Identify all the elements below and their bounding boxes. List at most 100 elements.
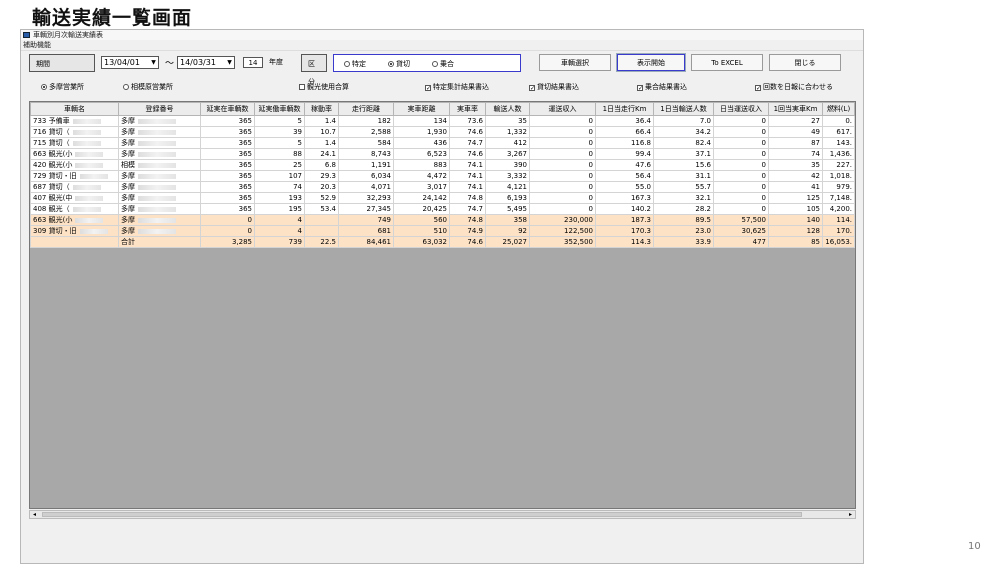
table-row[interactable]: 407 観光(中 多摩 365 193 52.9 32,293 24,142 74.8 6,19… xyxy=(30,192,855,204)
checkbox-match-daily[interactable]: ✓ 回数を日報に合わせる xyxy=(755,82,833,92)
chevron-down-icon[interactable]: ▼ xyxy=(150,59,157,66)
column-header[interactable]: 輸送人数 xyxy=(485,102,530,116)
table-cell: 6,193 xyxy=(485,192,530,204)
table-cell: 122,500 xyxy=(529,225,596,237)
table-row[interactable]: 733 予備車 多摩 365 5 1.4 182 134 73.6 35 0 36.4 7.0 0 27 0… xyxy=(30,115,855,127)
checkbox-kashikiri-write[interactable]: ✓ 貸切結果書込 xyxy=(529,82,579,92)
redacted-text xyxy=(72,118,101,124)
table-cell: 多摩 xyxy=(118,225,201,237)
table-cell: 681 xyxy=(338,225,394,237)
table-cell: 多摩 xyxy=(118,203,201,215)
table-cell: 358 xyxy=(485,214,530,226)
table-row[interactable]: 663 観光(小 多摩 0 4 749 560 74.8 358 230,000 187.3 89.… xyxy=(30,214,855,226)
table-cell: 6.8 xyxy=(304,159,339,171)
column-header[interactable]: 1日当走行Km xyxy=(595,102,654,116)
table-row[interactable]: 729 貸切・旧 多摩 365 107 29.3 6,034 4,472 74.1 3,332 0… xyxy=(30,170,855,182)
column-header[interactable]: 車輌名 xyxy=(30,102,119,116)
column-header[interactable]: 運送収入 xyxy=(529,102,596,116)
total-cell: 25,027 xyxy=(485,236,530,248)
table-body: 733 予備車 多摩 365 5 1.4 182 134 73.6 35 0 36.4 7.0 0 27 0… xyxy=(30,115,855,248)
table-cell: 617. xyxy=(822,126,855,138)
column-header[interactable]: 1日当輸送人数 xyxy=(653,102,714,116)
to-date-select[interactable]: 14/03/31 ▼ xyxy=(177,56,235,69)
column-header[interactable]: 実車率 xyxy=(449,102,486,116)
column-header[interactable]: 日当運送収入 xyxy=(713,102,769,116)
column-header[interactable]: 延実在車輌数 xyxy=(200,102,255,116)
table-cell: 1.4 xyxy=(304,115,339,127)
table-row[interactable]: 715 貸切（ 多摩 365 5 1.4 584 436 74.7 412 0 116.8 82.4 0… xyxy=(30,137,855,149)
chevron-down-icon[interactable]: ▼ xyxy=(226,59,233,66)
column-header[interactable]: 走行距離 xyxy=(338,102,394,116)
table-cell: 0 xyxy=(713,170,769,182)
table-cell: 3,017 xyxy=(393,181,450,193)
excel-export-button[interactable]: To EXCEL xyxy=(691,54,763,71)
column-header[interactable]: 燃料(L) xyxy=(822,102,855,116)
options-row: 多摩営業所 相模原営業所 観光使用合算 ✓ 特定集計結果書込 ✓ 貸切結果書込 ✓ 乗… xyxy=(29,82,855,92)
table-cell: 170.3 xyxy=(595,225,654,237)
scroll-right-icon[interactable]: ▸ xyxy=(846,511,855,518)
results-table: 車輌名 登録番号 延実在車輌数 延実働車輌数 稼動率 走行距離 実車距離 実車率 輸送人数 運送収… xyxy=(30,102,855,248)
table-cell: 365 xyxy=(200,159,255,171)
table-cell: 多摩 xyxy=(118,181,201,193)
radio-noriai[interactable]: 乗合 xyxy=(432,59,454,69)
menu-item-aux[interactable]: 補助機能 xyxy=(23,41,51,49)
table-cell xyxy=(304,214,339,226)
start-display-button[interactable]: 表示開始 xyxy=(616,53,686,72)
horizontal-scrollbar[interactable]: ◂ ▸ xyxy=(29,510,856,519)
redacted-text xyxy=(75,195,104,201)
year-input[interactable]: 14 xyxy=(243,57,263,68)
table-cell: 74.7 xyxy=(449,203,486,215)
table-cell: 716 貸切（ xyxy=(30,126,119,138)
data-grid[interactable]: 車輌名 登録番号 延実在車輌数 延実働車輌数 稼動率 走行距離 実車距離 実車率 輸送人数 運送収… xyxy=(29,101,856,509)
table-cell: 390 xyxy=(485,159,530,171)
table-cell: 0 xyxy=(713,203,769,215)
redacted-text xyxy=(72,184,101,190)
table-row[interactable]: 716 貸切（ 多摩 365 39 10.7 2,588 1,930 74.6 1,332 0 66… xyxy=(30,126,855,138)
checkbox-noriai-write[interactable]: ✓ 乗合結果書込 xyxy=(637,82,687,92)
table-cell: 1,930 xyxy=(393,126,450,138)
checkbox-kanko-gassan[interactable]: 観光使用合算 xyxy=(299,82,349,92)
table-cell: 多摩 xyxy=(118,126,201,138)
total-cell: 合計 xyxy=(118,236,201,248)
table-row[interactable]: 309 貸切・旧 多摩 0 4 681 510 74.9 92 122,500 170.3 23.0… xyxy=(30,225,855,237)
redacted-text xyxy=(72,206,101,212)
table-cell: 560 xyxy=(393,214,450,226)
scrollbar-thumb[interactable] xyxy=(42,512,802,517)
column-header[interactable]: 実車距離 xyxy=(393,102,450,116)
column-header[interactable]: 延実働車輌数 xyxy=(254,102,305,116)
radio-tokutei[interactable]: 特定 xyxy=(344,59,366,69)
close-button[interactable]: 閉じる xyxy=(769,54,841,71)
page-number: 10 xyxy=(968,541,981,552)
table-cell: 663 観光(小 xyxy=(30,148,119,160)
table-cell: 73.6 xyxy=(449,115,486,127)
table-cell: 0 xyxy=(713,159,769,171)
table-cell: 74.9 xyxy=(449,225,486,237)
column-header[interactable]: 1回当実車Km xyxy=(768,102,823,116)
table-cell: 436 xyxy=(393,137,450,149)
app-window: 車輌別月次輸送実績表 補助機能 期間 13/04/01 ▼ 〜 14/03/31… xyxy=(20,29,864,564)
radio-kashikiri[interactable]: 貸切 xyxy=(388,59,410,69)
checkbox-tokutei-write[interactable]: ✓ 特定集計結果書込 xyxy=(425,82,489,92)
table-cell: 365 xyxy=(200,126,255,138)
table-cell: 125 xyxy=(768,192,823,204)
radio-office-sagamihara[interactable]: 相模原営業所 xyxy=(123,82,173,92)
table-cell: 128 xyxy=(768,225,823,237)
column-header[interactable]: 登録番号 xyxy=(118,102,201,116)
table-cell: 27 xyxy=(768,115,823,127)
table-row[interactable]: 663 観光(小 多摩 365 88 24.1 8,743 6,523 74.6 3,267 0 9… xyxy=(30,148,855,160)
table-cell: 187.3 xyxy=(595,214,654,226)
table-cell: 0 xyxy=(713,137,769,149)
table-cell: 31.1 xyxy=(653,170,714,182)
from-date-select[interactable]: 13/04/01 ▼ xyxy=(101,56,159,69)
table-cell: 979. xyxy=(822,181,855,193)
table-cell: 74.8 xyxy=(449,192,486,204)
column-header[interactable]: 稼動率 xyxy=(304,102,339,116)
scroll-left-icon[interactable]: ◂ xyxy=(30,511,39,518)
radio-office-tama[interactable]: 多摩営業所 xyxy=(41,82,84,92)
table-cell: 27,345 xyxy=(338,203,394,215)
table-row[interactable]: 687 貸切（ 多摩 365 74 20.3 4,071 3,017 74.1 4,121 0 55… xyxy=(30,181,855,193)
vehicle-select-button[interactable]: 車輌選択 xyxy=(539,54,611,71)
table-row[interactable]: 408 観光（ 多摩 365 195 53.4 27,345 20,425 74.7 5,495… xyxy=(30,203,855,215)
table-cell: 5,495 xyxy=(485,203,530,215)
table-row[interactable]: 420 観光(小 相模 365 25 6.8 1,191 883 74.1 390 0 47.6 15… xyxy=(30,159,855,171)
